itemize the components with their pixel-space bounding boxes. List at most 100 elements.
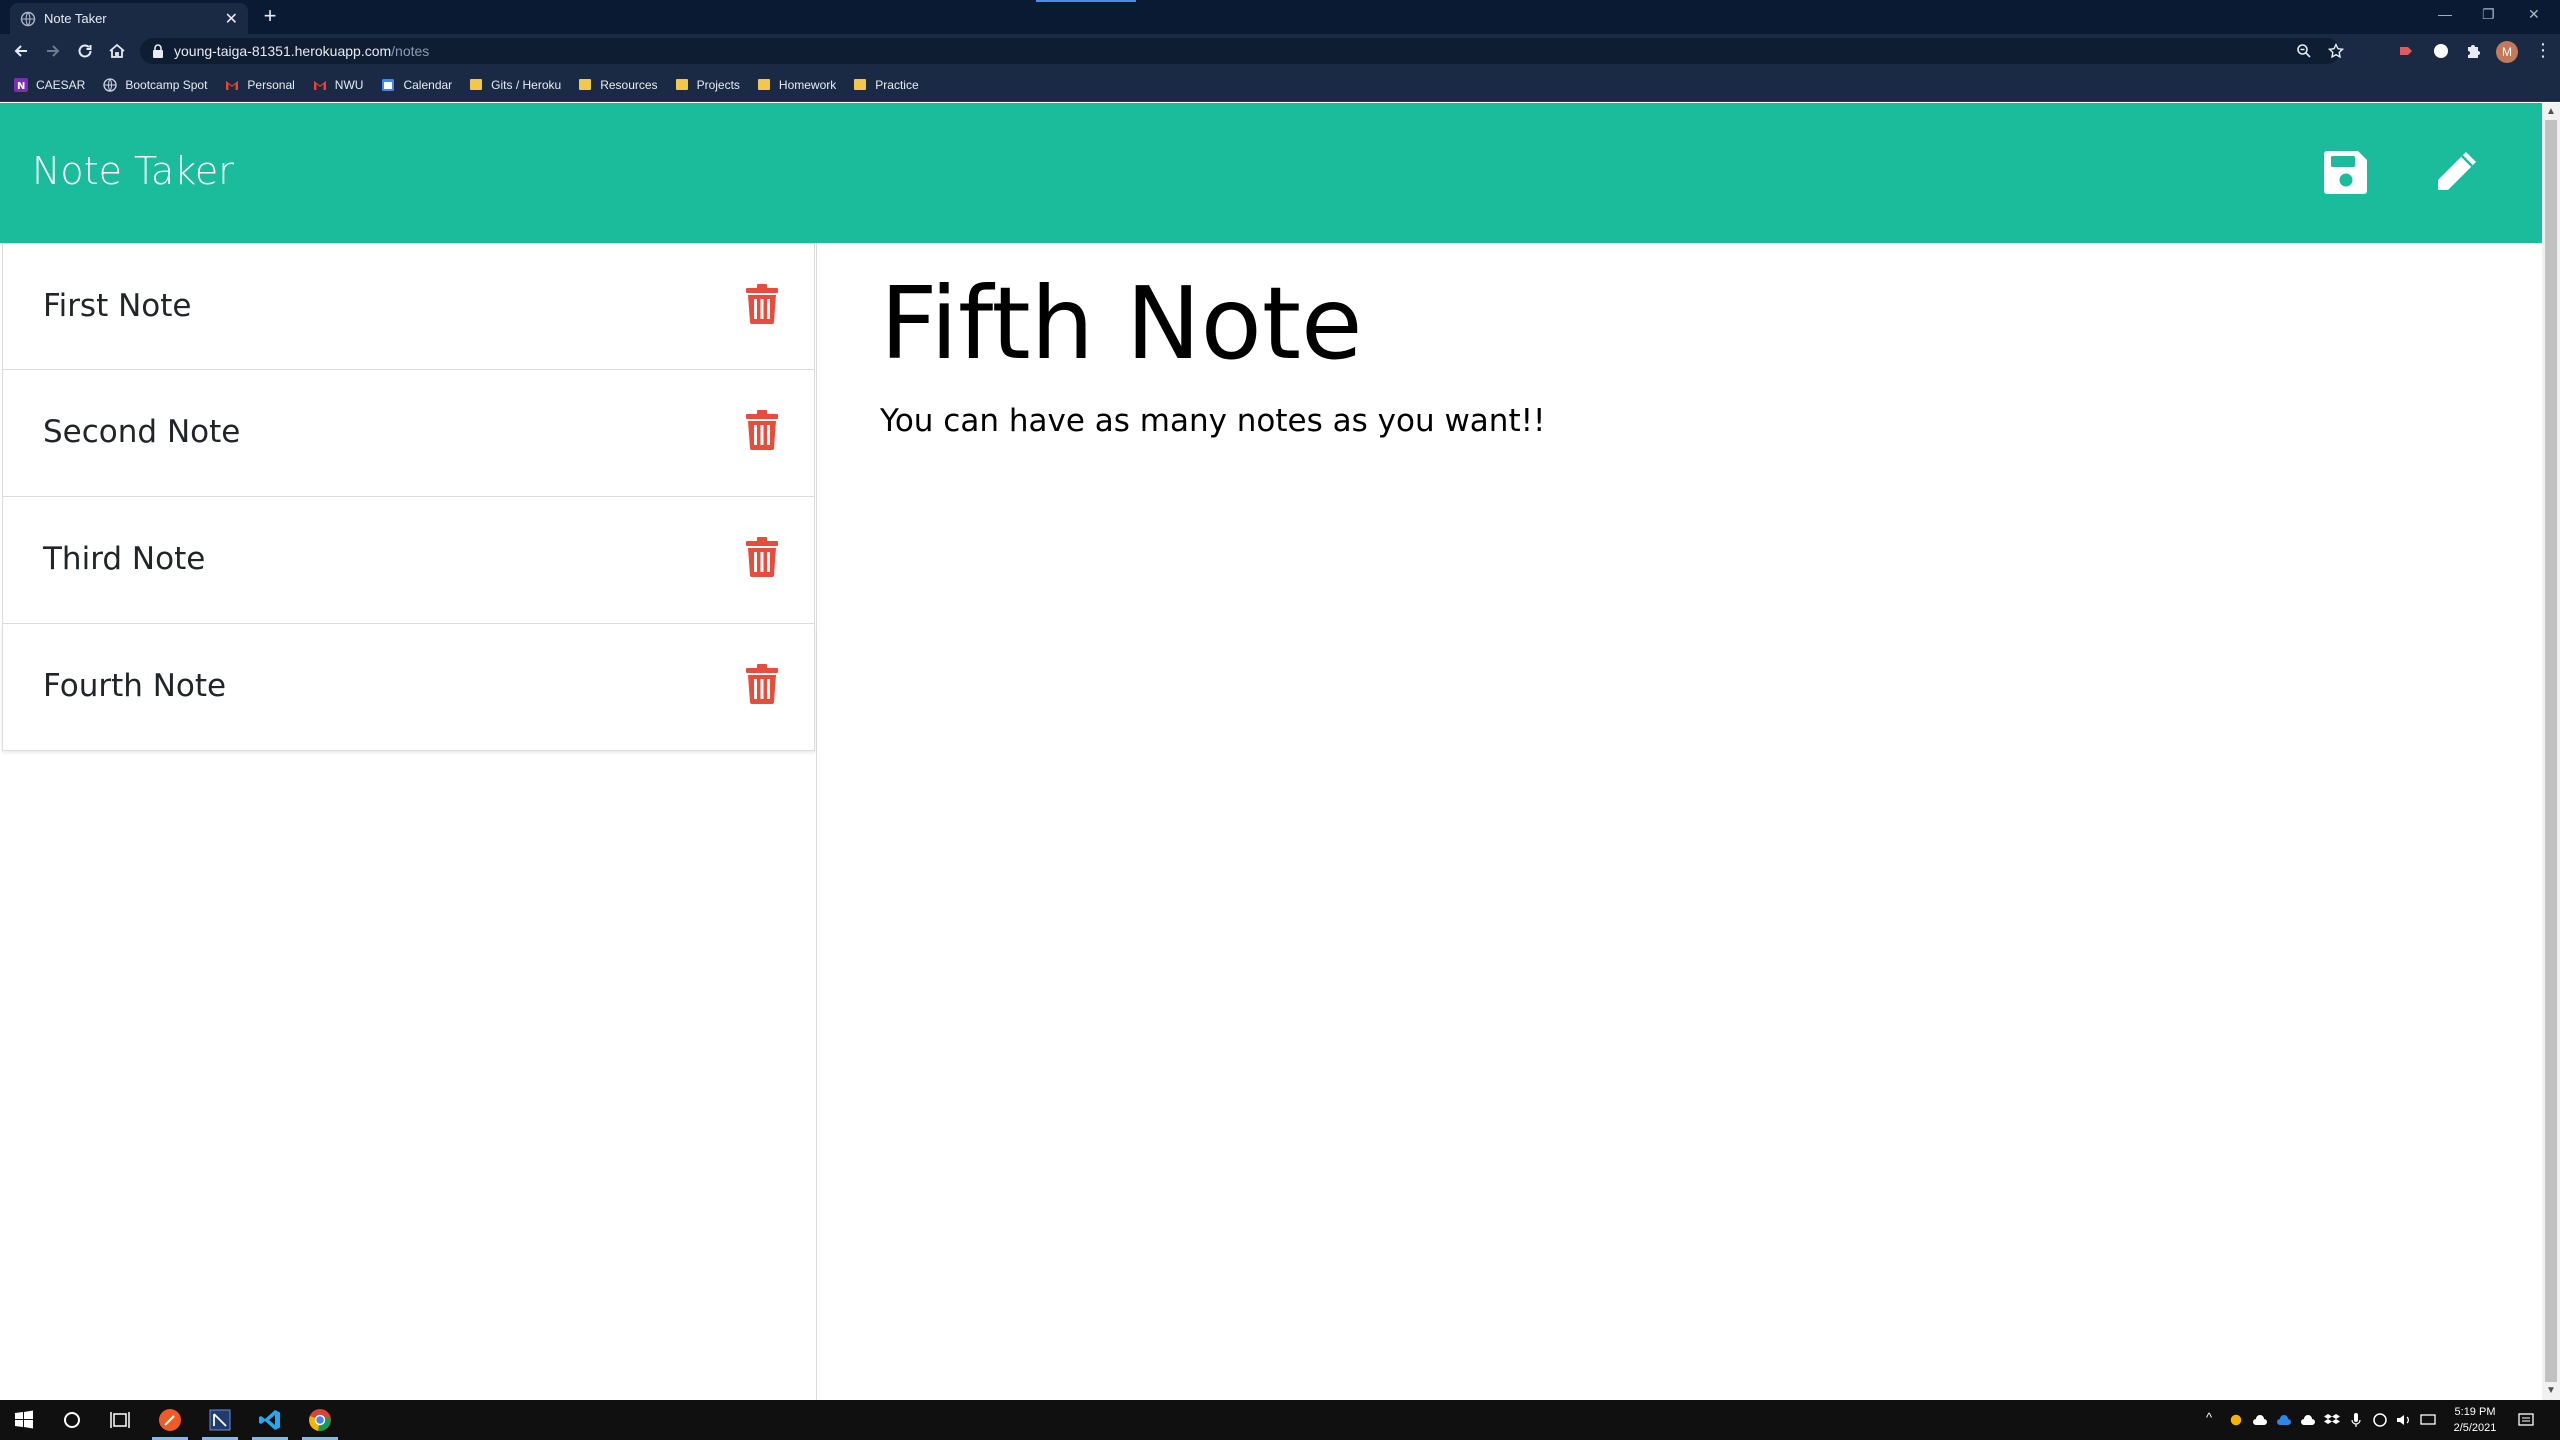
note-text-area[interactable]: You can have as many notes as you want!! (880, 403, 1545, 439)
address-bar[interactable]: young-taiga-81351.herokuapp.com/notes (140, 38, 2340, 64)
windows-start-icon[interactable] (12, 1408, 36, 1432)
vscode-icon[interactable] (258, 1408, 282, 1432)
folder-icon (675, 79, 688, 90)
bookmark-bootcamp-spot[interactable]: Bootcamp Spot (103, 78, 207, 92)
microphone-icon[interactable] (2348, 1413, 2364, 1427)
extensions-puzzle-icon[interactable] (2464, 42, 2482, 60)
browser-tab[interactable]: Note Taker ✕ (10, 3, 248, 34)
gmail-icon (226, 80, 239, 90)
globe-icon (103, 77, 118, 92)
new-tab-icon[interactable]: + (258, 4, 282, 28)
note-title: Fourth Note (43, 668, 227, 704)
clock-time: 5:19 PM (2454, 1406, 2496, 1418)
forward-icon[interactable] (44, 42, 62, 60)
bookmark-label: Homework (778, 77, 837, 92)
chrome-icon[interactable] (308, 1408, 332, 1432)
folder-icon (579, 79, 592, 90)
list-item[interactable]: Third Note (2, 497, 815, 624)
onedrive-icon[interactable] (2276, 1413, 2292, 1427)
browser-toolbar: young-taiga-81351.herokuapp.com/notes (0, 34, 2560, 68)
bookmark-label: NWU (334, 77, 364, 92)
bookmark-folder-homework[interactable]: Homework (757, 77, 837, 92)
clock-date: 2/5/2021 (2453, 1422, 2497, 1434)
bookmark-caesar[interactable]: N CAESAR (14, 77, 86, 92)
folder-icon (470, 79, 483, 90)
app-navbar: Note Taker (0, 103, 2542, 243)
scrollbar-thumb[interactable] (2545, 120, 2557, 1382)
dropbox-icon[interactable] (2324, 1413, 2340, 1427)
chrome-tray-icon[interactable] (2228, 1413, 2244, 1427)
bookmark-folder-gits-heroku[interactable]: Gits / Heroku (470, 78, 561, 92)
window-close-icon[interactable]: ✕ (2528, 6, 2540, 23)
note-viewer: Fifth Note You can have as many notes as… (818, 243, 2542, 1400)
note-title-field[interactable]: Fifth Note (880, 265, 1363, 382)
url-host: young-taiga-81351.herokuapp.com (174, 43, 392, 59)
windows-taskbar: ^ 5:19 PM 2/5/2021 (0, 1400, 2560, 1440)
note-title: Second Note (43, 414, 241, 450)
folder-icon (854, 79, 867, 90)
scroll-down-icon[interactable]: ▼ (2545, 1385, 2557, 1397)
bookmark-label: Bootcamp Spot (125, 77, 208, 92)
bookmark-label: CAESAR (36, 77, 86, 92)
bookmark-label: Calendar (403, 77, 453, 92)
profile-avatar[interactable]: M (2496, 41, 2518, 63)
loading-indicator (1036, 0, 1136, 2)
bookmark-label: Projects (696, 77, 740, 92)
pencil-icon[interactable] (2431, 147, 2481, 197)
folder-icon (757, 79, 770, 90)
reload-icon[interactable] (76, 42, 94, 60)
trash-icon[interactable] (745, 284, 779, 324)
onedrive-personal-icon[interactable] (2300, 1413, 2316, 1427)
system-clock[interactable]: 5:19 PM 2/5/2021 (2440, 1404, 2510, 1436)
close-tab-icon[interactable]: ✕ (225, 9, 238, 29)
trash-icon[interactable] (745, 410, 779, 450)
url-path: /notes (391, 43, 430, 59)
gmail-icon (313, 80, 326, 90)
bookmark-label: Practice (875, 77, 919, 92)
bookmark-folder-resources[interactable]: Resources (579, 77, 658, 92)
globe-icon (20, 11, 36, 26)
task-view-icon[interactable] (108, 1408, 132, 1432)
display-icon[interactable] (2420, 1413, 2436, 1427)
note-title: Third Note (43, 541, 206, 577)
bookmark-folder-practice[interactable]: Practice (854, 77, 919, 92)
browser-menu-icon[interactable]: ⋮ (2534, 40, 2552, 61)
search-icon[interactable] (60, 1408, 84, 1432)
bookmark-label: Personal (247, 77, 295, 92)
trash-icon[interactable] (745, 537, 779, 577)
chevron-up-icon[interactable]: ^ (2206, 1410, 2212, 1425)
lock-icon (153, 44, 163, 58)
list-item[interactable]: Fourth Note (2, 624, 815, 751)
postman-icon[interactable] (158, 1408, 182, 1432)
trash-icon[interactable] (745, 664, 779, 704)
note-list: First Note Second Note Third Note Fourth… (0, 243, 817, 1400)
bookmark-calendar[interactable]: Calendar (381, 78, 452, 92)
calendar-icon (382, 78, 395, 91)
back-icon[interactable] (12, 42, 30, 60)
onenote-icon: N (14, 77, 28, 92)
app-brand[interactable]: Note Taker (32, 149, 234, 193)
tab-title: Note Taker (44, 11, 107, 26)
extension-circle-icon[interactable] (2432, 42, 2450, 60)
app-window-icon[interactable] (208, 1408, 232, 1432)
save-icon[interactable] (2321, 147, 2371, 197)
restore-icon[interactable]: ❐ (2482, 6, 2495, 23)
bookmark-folder-projects[interactable]: Projects (675, 77, 740, 92)
notifications-icon[interactable] (2518, 1413, 2534, 1427)
list-item[interactable]: First Note (2, 243, 815, 370)
list-item[interactable]: Second Note (2, 370, 815, 497)
bookmark-star-icon[interactable] (2328, 43, 2344, 59)
bookmark-personal[interactable]: Personal (225, 77, 295, 92)
bookmark-label: Resources (600, 77, 658, 92)
home-icon[interactable] (108, 42, 126, 60)
extension-flag-icon[interactable] (2398, 42, 2416, 60)
minimize-icon[interactable]: — (2438, 6, 2452, 22)
cloud-upload-icon[interactable] (2252, 1413, 2268, 1427)
volume-icon[interactable] (2396, 1413, 2412, 1427)
scroll-up-icon[interactable]: ▲ (2545, 106, 2557, 118)
browser-tab-strip: Note Taker ✕ + — ❐ ✕ (0, 0, 2560, 34)
zoom-icon[interactable] (2296, 43, 2312, 59)
network-shield-icon[interactable] (2372, 1413, 2388, 1427)
bookmark-nwu[interactable]: NWU (313, 77, 364, 92)
note-title: First Note (43, 288, 192, 324)
